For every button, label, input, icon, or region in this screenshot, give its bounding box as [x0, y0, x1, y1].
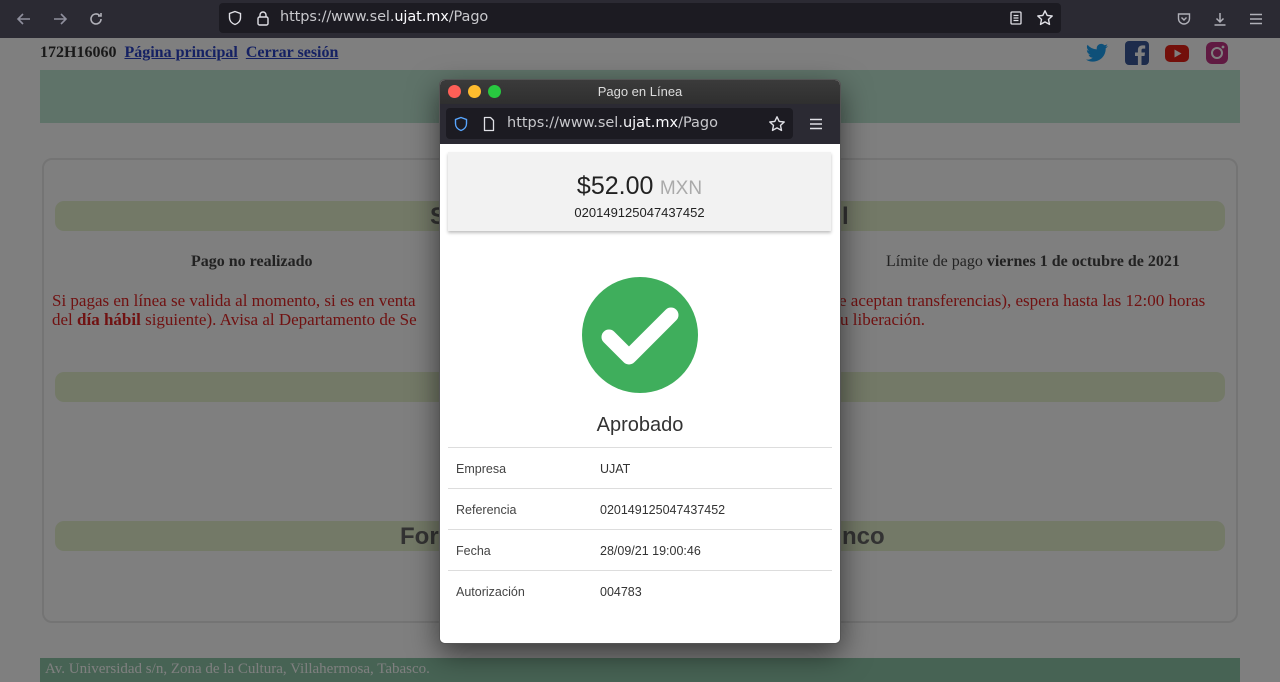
- menu-hamburger-icon[interactable]: [1244, 7, 1268, 31]
- popup-titlebar: Pago en Línea: [440, 80, 840, 104]
- payment-popup-window: Pago en Línea https://www.sel.ujat.mx/Pa…: [439, 79, 841, 644]
- url-text: https://www.sel.ujat.mx/Pago: [280, 9, 489, 25]
- reload-icon[interactable]: [84, 7, 108, 31]
- back-arrow-icon[interactable]: [12, 7, 36, 31]
- detail-row-fecha: Fecha 28/09/21 19:00:46: [448, 529, 832, 570]
- browser-toolbar: https://www.sel.ujat.mx/Pago: [0, 0, 1280, 38]
- detail-row-referencia: Referencia 020149125047437452: [448, 488, 832, 529]
- payment-details-table: Empresa UJAT Referencia 0201491250474374…: [448, 447, 832, 611]
- bookmark-star-icon[interactable]: [765, 112, 789, 136]
- address-bar[interactable]: https://www.sel.ujat.mx/Pago: [219, 3, 1061, 33]
- lock-icon[interactable]: [251, 6, 275, 30]
- pocket-icon[interactable]: [1172, 7, 1196, 31]
- detail-label: Autorización: [456, 585, 525, 599]
- approval-status: Aprobado: [596, 414, 684, 436]
- page-icon: [477, 112, 501, 136]
- bookmark-star-icon[interactable]: [1033, 6, 1057, 30]
- popup-toolbar: https://www.sel.ujat.mx/Pago: [440, 104, 840, 144]
- amount-currency: MXN: [659, 178, 703, 199]
- detail-row-empresa: Empresa UJAT: [448, 447, 832, 488]
- menu-hamburger-icon[interactable]: [804, 112, 828, 136]
- detail-value: 004783: [600, 585, 642, 599]
- popup-content: $52.00 MXN 020149125047437452 Aprobado E…: [440, 144, 840, 643]
- popup-address-bar[interactable]: https://www.sel.ujat.mx/Pago: [446, 108, 793, 139]
- detail-value: 020149125047437452: [600, 503, 726, 517]
- detail-label: Fecha: [456, 544, 491, 558]
- amount-reference: 020149125047437452: [574, 205, 705, 220]
- forward-arrow-icon[interactable]: [48, 7, 72, 31]
- reader-view-icon[interactable]: [1004, 6, 1028, 30]
- tracking-shield-icon[interactable]: [449, 112, 473, 136]
- amount-summary: $52.00 MXN 020149125047437452: [448, 152, 831, 231]
- detail-label: Referencia: [456, 503, 517, 517]
- detail-label: Empresa: [456, 462, 507, 476]
- downloads-icon[interactable]: [1208, 7, 1232, 31]
- detail-value: 28/09/21 19:00:46: [600, 544, 701, 558]
- amount-line: $52.00 MXN: [448, 172, 831, 201]
- popup-window-title: Pago en Línea: [597, 84, 683, 99]
- success-check-icon: [582, 277, 698, 393]
- tracking-shield-icon[interactable]: [223, 6, 247, 30]
- amount-value: $52.00: [576, 172, 654, 200]
- detail-value: UJAT: [600, 462, 631, 476]
- detail-row-autorizacion: Autorización 004783: [448, 570, 832, 611]
- popup-url-text: https://www.sel.ujat.mx/Pago: [507, 115, 719, 131]
